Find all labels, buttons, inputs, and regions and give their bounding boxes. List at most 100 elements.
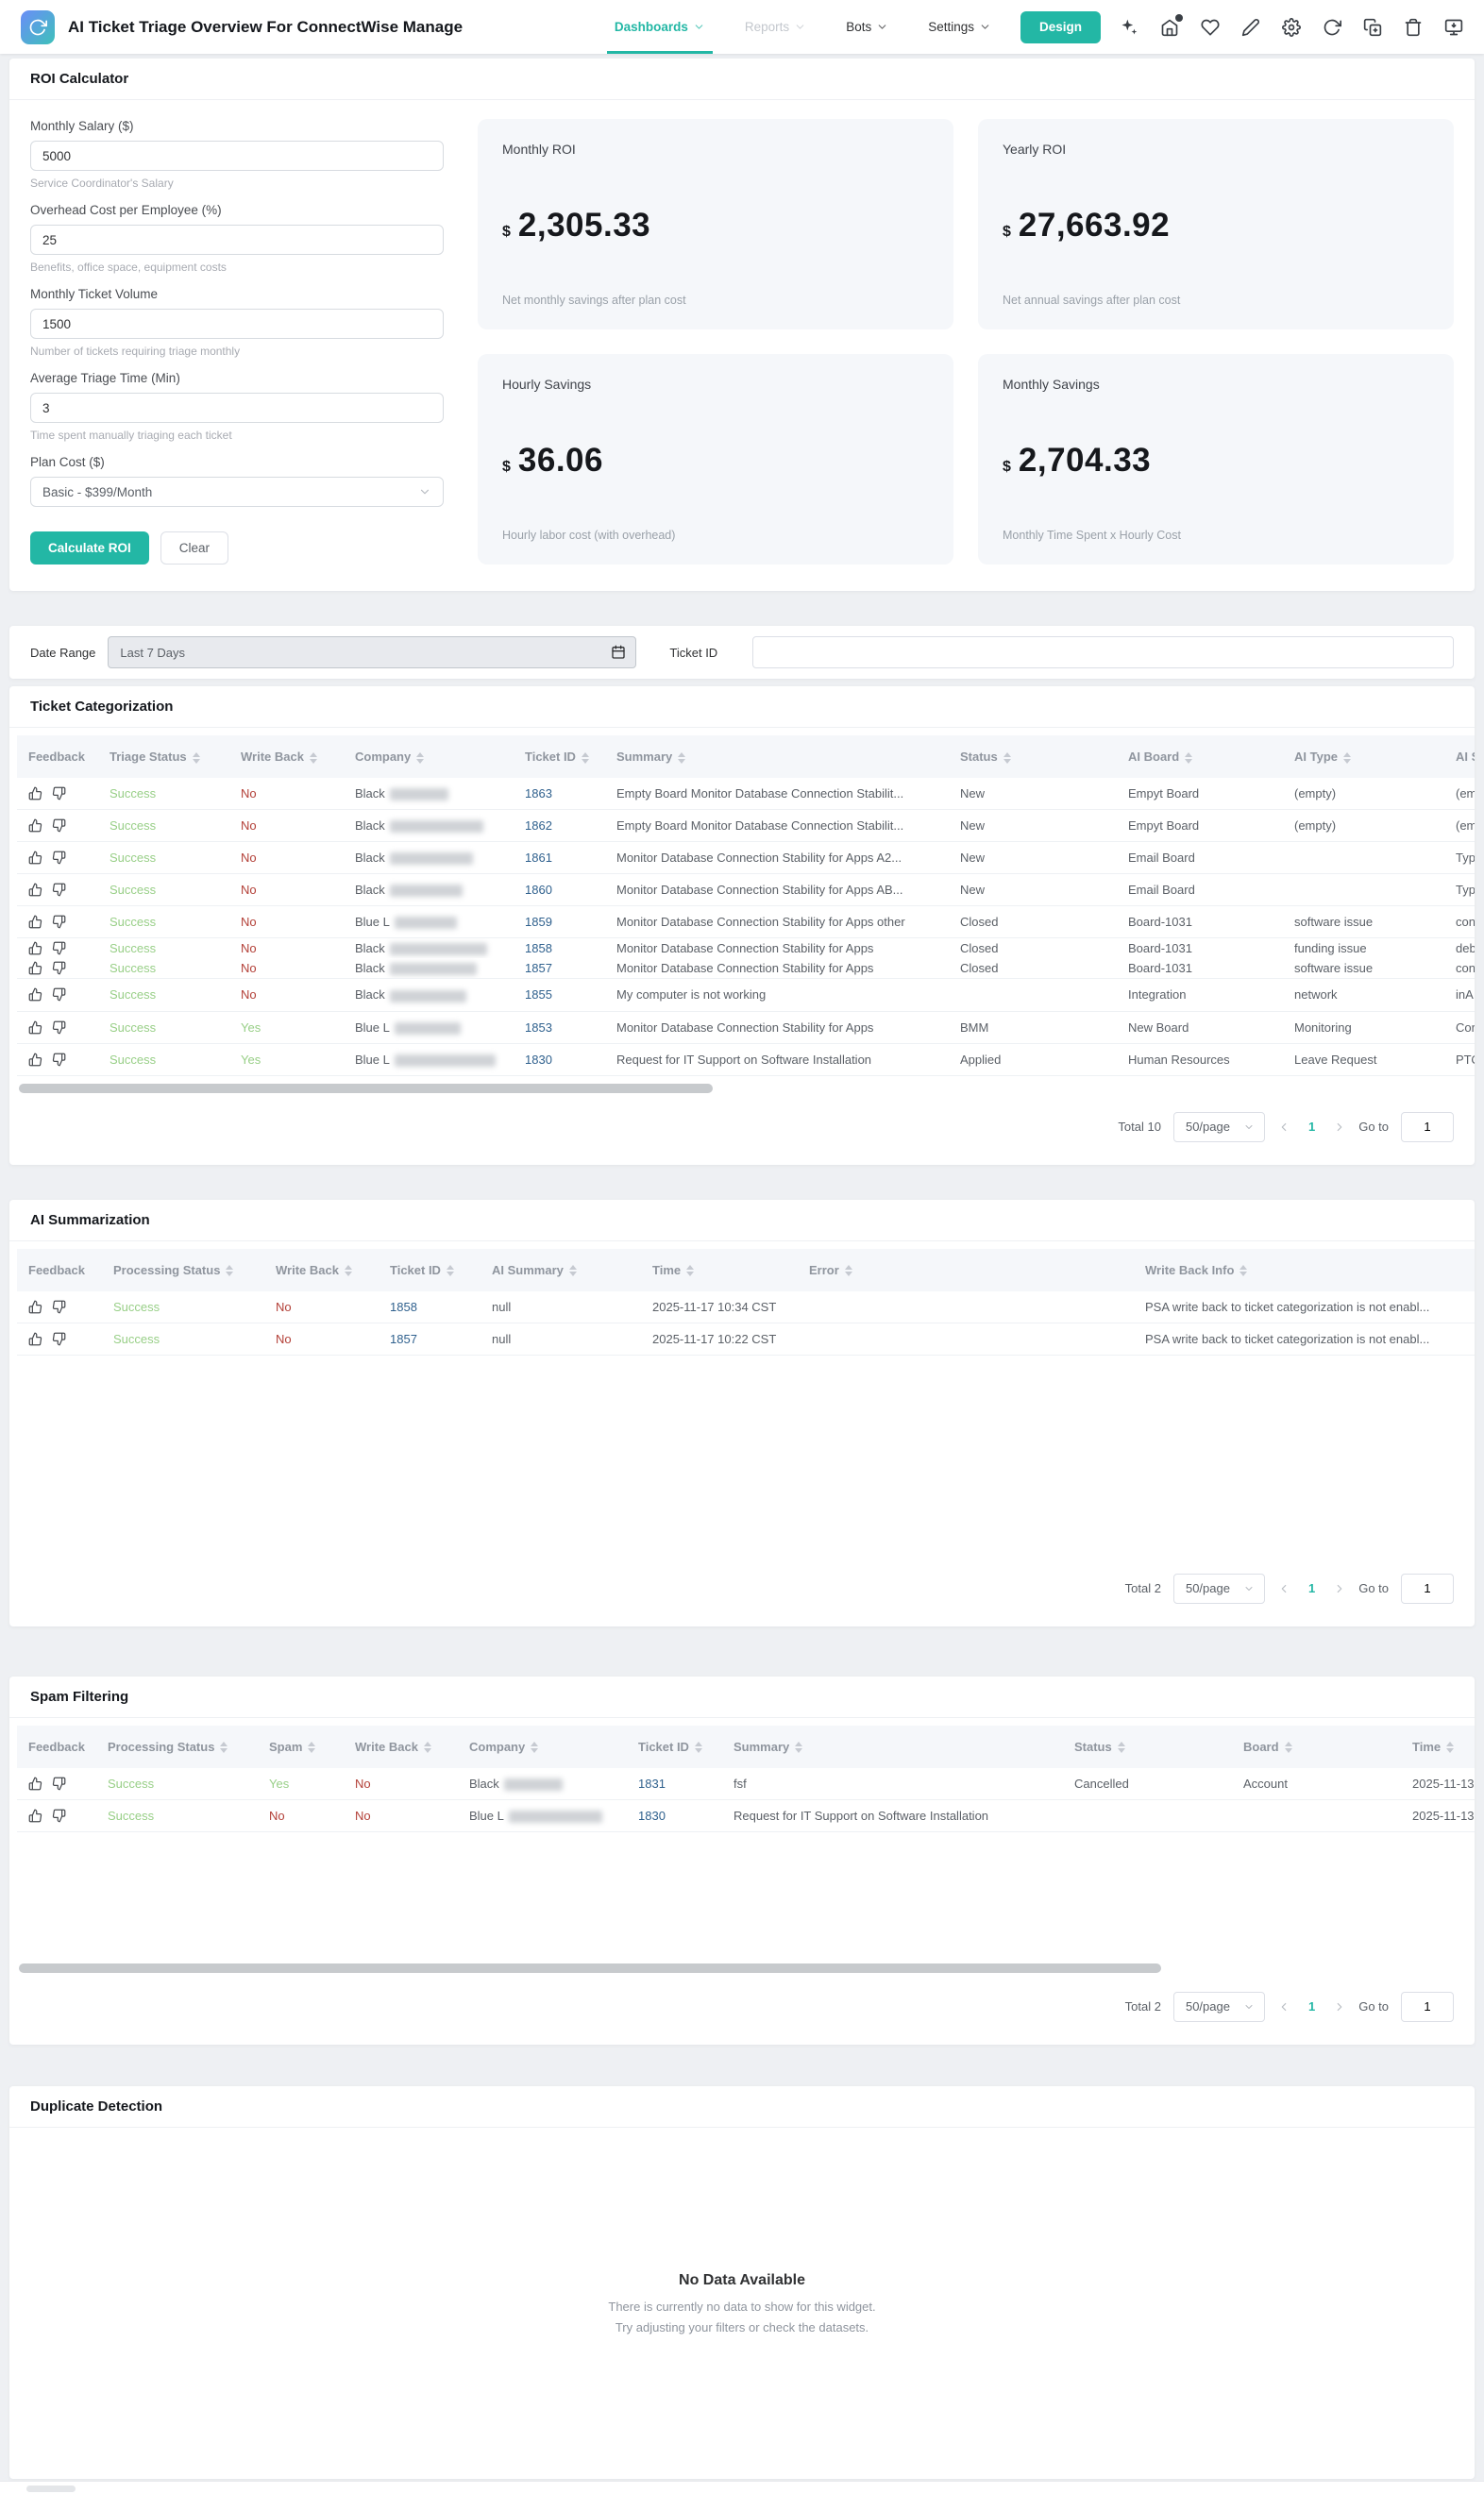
sort-icon[interactable] bbox=[581, 751, 589, 764]
column-header-time[interactable]: Time bbox=[1401, 1725, 1475, 1768]
thumbs-down-button[interactable] bbox=[52, 1777, 66, 1791]
thumbs-up-button[interactable] bbox=[28, 961, 42, 975]
thumbs-down-button[interactable] bbox=[52, 987, 66, 1002]
goto-page-input[interactable] bbox=[1401, 1573, 1454, 1604]
column-header-processing-status[interactable]: Processing Status bbox=[96, 1725, 258, 1768]
sort-icon[interactable] bbox=[1185, 751, 1193, 764]
sort-icon[interactable] bbox=[844, 1265, 852, 1277]
roi-input[interactable] bbox=[30, 393, 444, 423]
date-range-input[interactable]: Last 7 Days bbox=[108, 636, 637, 668]
sort-icon[interactable] bbox=[192, 751, 200, 764]
column-header-board[interactable]: Board bbox=[1232, 1725, 1401, 1768]
column-header-company[interactable]: Company bbox=[458, 1725, 627, 1768]
column-header-ticket-id[interactable]: Ticket ID bbox=[379, 1248, 481, 1291]
calculate-roi-button[interactable]: Calculate ROI bbox=[30, 531, 149, 565]
thumbs-up-button[interactable] bbox=[28, 786, 42, 800]
ticket-id-cell[interactable]: 1855 bbox=[514, 978, 605, 1012]
sort-icon[interactable] bbox=[686, 1265, 695, 1277]
nav-settings[interactable]: Settings bbox=[924, 0, 995, 54]
favorite-icon[interactable] bbox=[1201, 18, 1220, 37]
thumbs-up-button[interactable] bbox=[28, 915, 42, 929]
ticket-id-cell[interactable]: 1857 bbox=[514, 958, 605, 980]
column-header-write-back-info[interactable]: Write Back Info bbox=[1134, 1248, 1475, 1291]
ticket-id-cell[interactable]: 1862 bbox=[514, 809, 605, 843]
duplicate-icon[interactable] bbox=[1363, 18, 1382, 37]
ticket-id-cell[interactable]: 1853 bbox=[514, 1011, 605, 1044]
thumbs-up-button[interactable] bbox=[28, 1020, 42, 1035]
column-header-write-back[interactable]: Write Back bbox=[264, 1248, 379, 1291]
column-header-processing-status[interactable]: Processing Status bbox=[102, 1248, 264, 1291]
scrollbar-remnant[interactable] bbox=[26, 2485, 76, 2492]
column-header-ticket-id[interactable]: Ticket ID bbox=[514, 735, 605, 778]
ticket-id-cell[interactable]: 1860 bbox=[514, 873, 605, 907]
thumbs-down-button[interactable] bbox=[52, 786, 66, 800]
thumbs-down-button[interactable] bbox=[52, 915, 66, 929]
thumbs-up-button[interactable] bbox=[28, 1332, 42, 1346]
nav-bots[interactable]: Bots bbox=[842, 0, 892, 54]
page-number[interactable]: 1 bbox=[1303, 1999, 1321, 2014]
sort-icon[interactable] bbox=[1284, 1742, 1292, 1754]
prev-page-button[interactable] bbox=[1277, 2000, 1290, 2014]
horizontal-scrollbar[interactable] bbox=[19, 1963, 1465, 1973]
column-header-ai-s[interactable]: AI S bbox=[1444, 735, 1475, 778]
roi-input[interactable] bbox=[30, 141, 444, 171]
column-header-triage-status[interactable]: Triage Status bbox=[98, 735, 229, 778]
ticket-id-cell[interactable]: 1858 bbox=[379, 1290, 481, 1323]
settings-icon[interactable] bbox=[1282, 18, 1301, 37]
thumbs-down-button[interactable] bbox=[52, 1053, 66, 1067]
sort-icon[interactable] bbox=[1239, 1265, 1248, 1277]
sort-icon[interactable] bbox=[795, 1742, 803, 1754]
sort-icon[interactable] bbox=[694, 1742, 702, 1754]
clear-button[interactable]: Clear bbox=[160, 531, 229, 565]
plan-cost-select[interactable]: Basic - $399/Month bbox=[30, 477, 444, 507]
page-size-select[interactable]: 50/page bbox=[1172, 1111, 1265, 1142]
goto-page-input[interactable] bbox=[1401, 1991, 1454, 2022]
goto-page-input[interactable] bbox=[1401, 1111, 1454, 1142]
sort-icon[interactable] bbox=[1117, 1742, 1125, 1754]
next-page-button[interactable] bbox=[1333, 2000, 1346, 2014]
column-header-spam[interactable]: Spam bbox=[258, 1725, 344, 1768]
thumbs-down-button[interactable] bbox=[52, 1809, 66, 1823]
thumbs-down-button[interactable] bbox=[52, 941, 66, 955]
design-button[interactable]: Design bbox=[1020, 10, 1101, 43]
column-header-error[interactable]: Error bbox=[798, 1248, 1134, 1291]
sort-icon[interactable] bbox=[309, 751, 317, 764]
thumbs-up-button[interactable] bbox=[28, 818, 42, 833]
sort-icon[interactable] bbox=[1003, 751, 1011, 764]
column-header-ticket-id[interactable]: Ticket ID bbox=[627, 1725, 722, 1768]
prev-page-button[interactable] bbox=[1277, 1121, 1290, 1134]
page-size-select[interactable]: 50/page bbox=[1172, 1573, 1265, 1604]
thumbs-down-button[interactable] bbox=[52, 1300, 66, 1314]
next-page-button[interactable] bbox=[1333, 1121, 1346, 1134]
ticket-id-input[interactable] bbox=[752, 636, 1454, 668]
thumbs-up-button[interactable] bbox=[28, 1300, 42, 1314]
thumbs-down-button[interactable] bbox=[52, 961, 66, 975]
ticket-id-cell[interactable]: 1830 bbox=[627, 1799, 722, 1832]
column-header-time[interactable]: Time bbox=[641, 1248, 798, 1291]
column-header-ai-type[interactable]: AI Type bbox=[1283, 735, 1444, 778]
column-header-ai-summary[interactable]: AI Summary bbox=[481, 1248, 641, 1291]
ticket-id-cell[interactable]: 1831 bbox=[627, 1767, 722, 1800]
thumbs-down-button[interactable] bbox=[52, 883, 66, 897]
ticket-id-cell[interactable]: 1861 bbox=[514, 841, 605, 875]
column-header-company[interactable]: Company bbox=[344, 735, 514, 778]
column-header-status[interactable]: Status bbox=[949, 735, 1117, 778]
sort-icon[interactable] bbox=[1446, 1742, 1455, 1754]
roi-input[interactable] bbox=[30, 309, 444, 339]
prev-page-button[interactable] bbox=[1277, 1582, 1290, 1595]
column-header-write-back[interactable]: Write Back bbox=[344, 1725, 458, 1768]
thumbs-up-button[interactable] bbox=[28, 987, 42, 1002]
sort-icon[interactable] bbox=[446, 1265, 454, 1277]
thumbs-up-button[interactable] bbox=[28, 1809, 42, 1823]
sort-icon[interactable] bbox=[568, 1265, 577, 1277]
horizontal-scrollbar[interactable] bbox=[19, 1083, 1465, 1093]
thumbs-up-button[interactable] bbox=[28, 941, 42, 955]
ticket-id-cell[interactable]: 1858 bbox=[514, 938, 605, 959]
page-number[interactable]: 1 bbox=[1303, 1581, 1321, 1595]
ticket-id-cell[interactable]: 1859 bbox=[514, 905, 605, 939]
page-size-select[interactable]: 50/page bbox=[1172, 1991, 1265, 2022]
next-page-button[interactable] bbox=[1333, 1582, 1346, 1595]
trash-icon[interactable] bbox=[1404, 18, 1423, 37]
sort-icon[interactable] bbox=[220, 1742, 228, 1754]
thumbs-up-button[interactable] bbox=[28, 1053, 42, 1067]
